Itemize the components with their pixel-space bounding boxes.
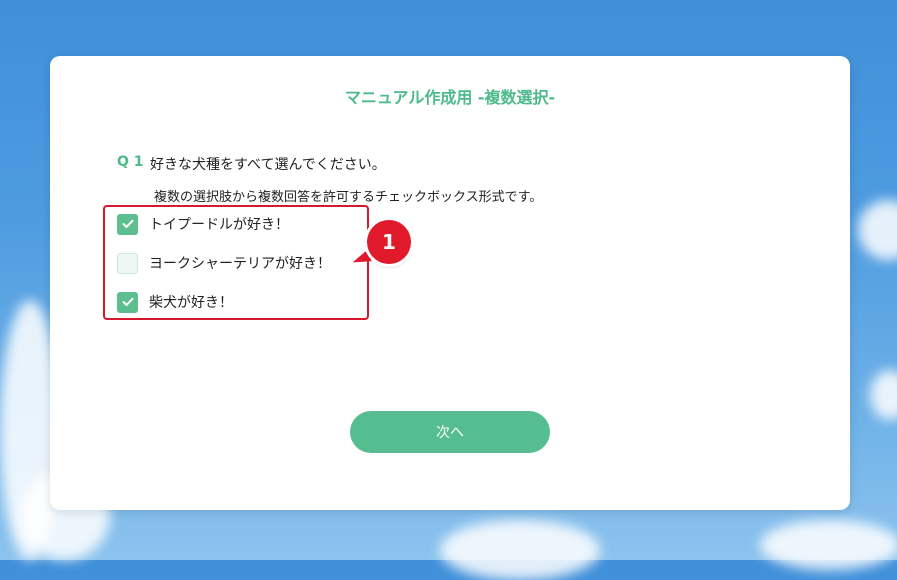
question-description: 複数の選択肢から複数回答を許可するチェックボックス形式です。 bbox=[154, 190, 543, 205]
question-number: Q 1 bbox=[117, 154, 144, 170]
annotation-number-badge: 1 bbox=[367, 220, 411, 264]
cloud-decoration bbox=[440, 520, 600, 580]
question-text: 好きな犬種をすべて選んでください。 bbox=[150, 157, 386, 173]
question-card: マニュアル作成用 -複数選択- Q 1 好きな犬種をすべて選んでください。 複数… bbox=[50, 56, 850, 510]
cloud-decoration bbox=[760, 520, 897, 570]
next-button[interactable]: 次へ bbox=[350, 411, 550, 453]
cloud-decoration bbox=[870, 370, 897, 420]
page-title: マニュアル作成用 -複数選択- bbox=[344, 88, 556, 107]
annotation-highlight-box bbox=[103, 205, 369, 320]
cloud-decoration bbox=[858, 200, 897, 260]
